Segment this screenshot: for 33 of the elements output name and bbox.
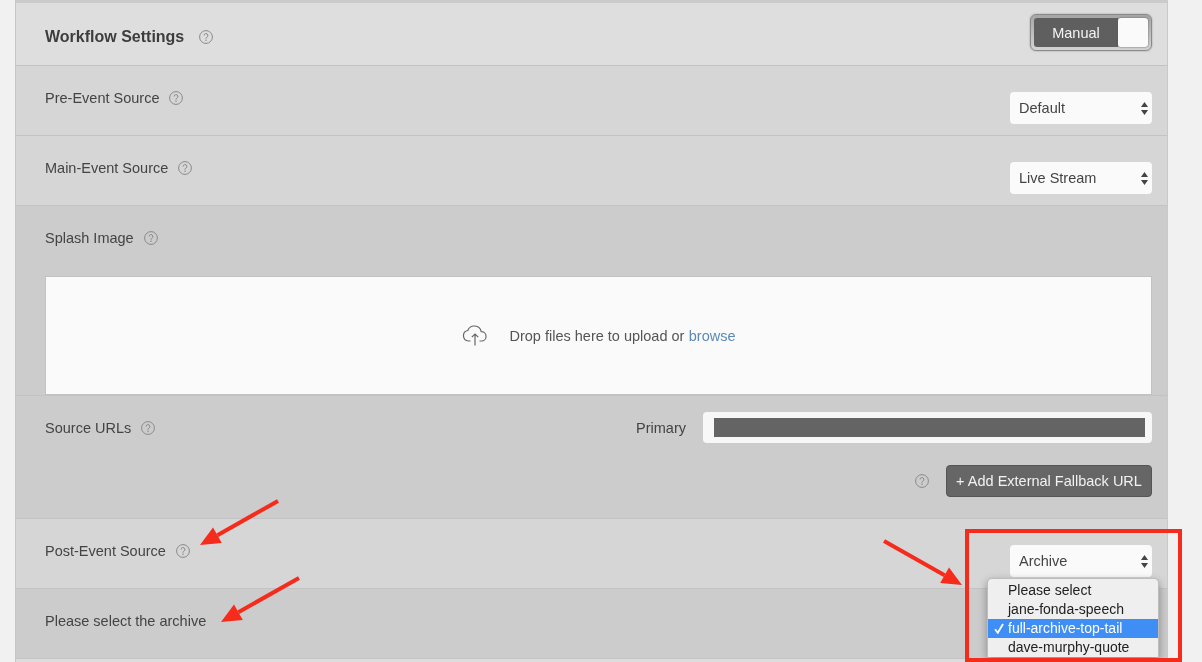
help-icon[interactable]: [143, 231, 158, 245]
upload-dropzone[interactable]: Drop files here to upload or browse: [45, 276, 1152, 395]
help-icon[interactable]: [178, 161, 193, 175]
cloud-upload-icon: [461, 325, 488, 346]
dropdown-option[interactable]: jane-fonda-speech: [988, 600, 1158, 619]
field-label: Pre-Event Source: [45, 90, 160, 106]
dropzone-text: Drop files here to upload or browse: [509, 327, 736, 344]
mode-toggle[interactable]: Manual: [1030, 14, 1152, 51]
help-icon[interactable]: [915, 474, 929, 488]
caret-icon: [1141, 101, 1148, 115]
dropdown-option[interactable]: dave-murphy-quote: [988, 638, 1158, 657]
primary-label: Primary: [636, 419, 686, 436]
add-fallback-url-button[interactable]: + Add External Fallback URL: [946, 465, 1152, 497]
field-label: Main-Event Source: [45, 160, 169, 176]
field-label: Splash Image: [45, 230, 134, 246]
caret-icon: [1141, 171, 1148, 185]
toggle-knob[interactable]: [1118, 18, 1148, 47]
caret-icon: [1141, 554, 1148, 568]
field-label: Post-Event Source: [45, 543, 166, 559]
field-label: Please select the archive: [45, 613, 207, 629]
help-icon[interactable]: [169, 91, 184, 105]
dropdown-select[interactable]: Archive: [1010, 545, 1152, 577]
check-icon: [994, 623, 1004, 634]
section-title: Workflow Settings: [45, 27, 185, 47]
help-icon[interactable]: [141, 421, 156, 435]
field-label: Source URLs: [45, 420, 132, 436]
dropdown-select[interactable]: Default: [1010, 92, 1152, 124]
browse-link[interactable]: browse: [688, 327, 736, 344]
dropdown-option[interactable]: Please select: [988, 581, 1158, 600]
help-icon[interactable]: [175, 544, 190, 558]
dropdown-select[interactable]: Live Stream: [1010, 162, 1152, 194]
help-icon[interactable]: [199, 30, 214, 44]
url-field[interactable]: [703, 412, 1152, 443]
